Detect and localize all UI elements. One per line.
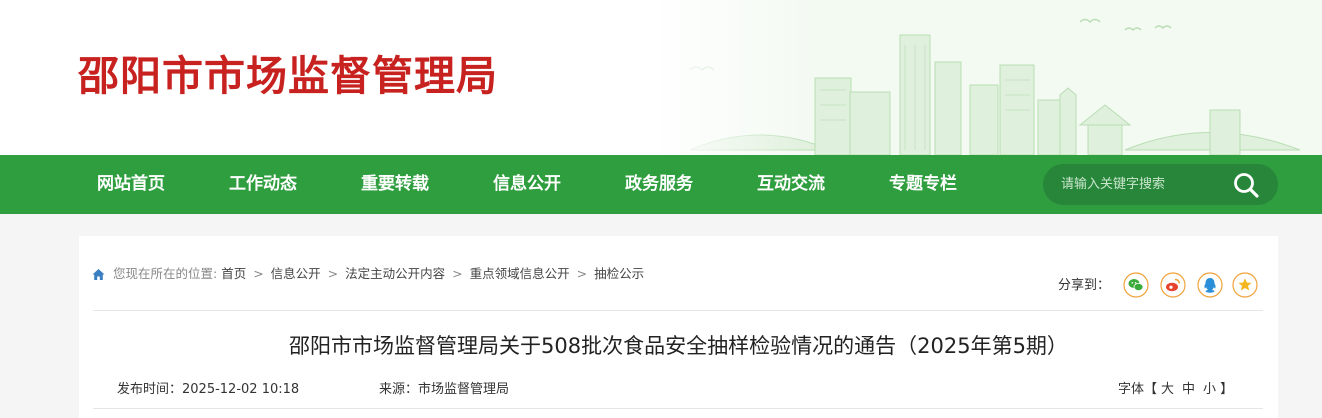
nav-item-info-disclosure[interactable]: 信息公开: [493, 155, 561, 214]
site-title[interactable]: 邵阳市市场监督管理局: [78, 48, 498, 104]
breadcrumb-lead: 您现在所在的位置:: [113, 266, 218, 281]
qzone-share-button[interactable]: [1232, 272, 1258, 298]
breadcrumb-item-statutory-content[interactable]: 法定主动公开内容: [345, 266, 445, 281]
search-input[interactable]: [1061, 164, 1231, 205]
font-size-label: 字体【: [1118, 382, 1158, 397]
home-icon: [92, 269, 105, 280]
nav-item-home[interactable]: 网站首页: [97, 155, 165, 214]
nav-item-interaction[interactable]: 互动交流: [757, 155, 825, 214]
font-size-close-bracket: 】: [1220, 382, 1234, 397]
breadcrumb-separator: >: [253, 266, 264, 281]
breadcrumb-separator: >: [452, 266, 463, 281]
qq-icon: [1197, 272, 1223, 298]
breadcrumb-separator: >: [327, 266, 339, 281]
wechat-share-button[interactable]: [1123, 272, 1149, 298]
city-skyline-illustration: [650, 0, 1322, 155]
main-nav: 网站首页 工作动态 重要转载 信息公开 政务服务 互动交流 专题专栏: [0, 155, 1322, 214]
qq-share-button[interactable]: [1197, 272, 1223, 298]
weibo-share-button[interactable]: [1160, 272, 1186, 298]
source-value: 市场监督管理局: [418, 382, 510, 397]
qzone-icon: [1232, 272, 1258, 298]
nav-item-work-news[interactable]: 工作动态: [229, 155, 297, 214]
article-panel: 您现在所在的位置: 首页 > 信息公开 > 法定主动公开内容 > 重点领域信息公…: [79, 236, 1278, 418]
site-header: 邵阳市市场监督管理局: [0, 0, 1322, 155]
header-divider: [93, 310, 1263, 311]
nav-item-special-topics[interactable]: 专题专栏: [889, 155, 957, 214]
search-icon[interactable]: [1232, 171, 1260, 199]
breadcrumb-item-key-areas[interactable]: 重点领域信息公开: [470, 266, 570, 281]
font-size-medium-button[interactable]: 中: [1182, 382, 1195, 397]
publish-time-value: 2025-12-02 10:18: [182, 382, 300, 397]
article-source: 来源：市场监督管理局: [379, 381, 509, 399]
wechat-icon: [1123, 272, 1149, 298]
nav-item-reprints[interactable]: 重要转载: [361, 155, 429, 214]
nav-item-gov-services[interactable]: 政务服务: [625, 155, 693, 214]
breadcrumb-item-home[interactable]: 首页: [221, 266, 246, 281]
meta-divider: [93, 408, 1263, 409]
publish-time-label: 发布时间：: [117, 382, 183, 397]
breadcrumb: 您现在所在的位置: 首页 > 信息公开 > 法定主动公开内容 > 重点领域信息公…: [113, 265, 644, 283]
source-label: 来源：: [379, 382, 419, 397]
font-size-large-button[interactable]: 大: [1161, 382, 1174, 397]
breadcrumb-item-info-disclosure[interactable]: 信息公开: [271, 266, 321, 281]
article-title: 邵阳市市场监督管理局关于508批次食品安全抽样检验情况的通告（2025年第5期）: [289, 334, 1068, 358]
publish-time: 发布时间：2025-12-02 10:18: [117, 381, 299, 399]
breadcrumb-item-sampling[interactable]: 抽检公示: [594, 266, 644, 281]
share-label: 分享到：: [1058, 278, 1111, 293]
breadcrumb-separator: >: [576, 266, 588, 281]
font-size-small-button[interactable]: 小: [1203, 382, 1216, 397]
weibo-icon: [1160, 272, 1186, 298]
font-size-control: 字体【大中小】: [1118, 381, 1233, 399]
